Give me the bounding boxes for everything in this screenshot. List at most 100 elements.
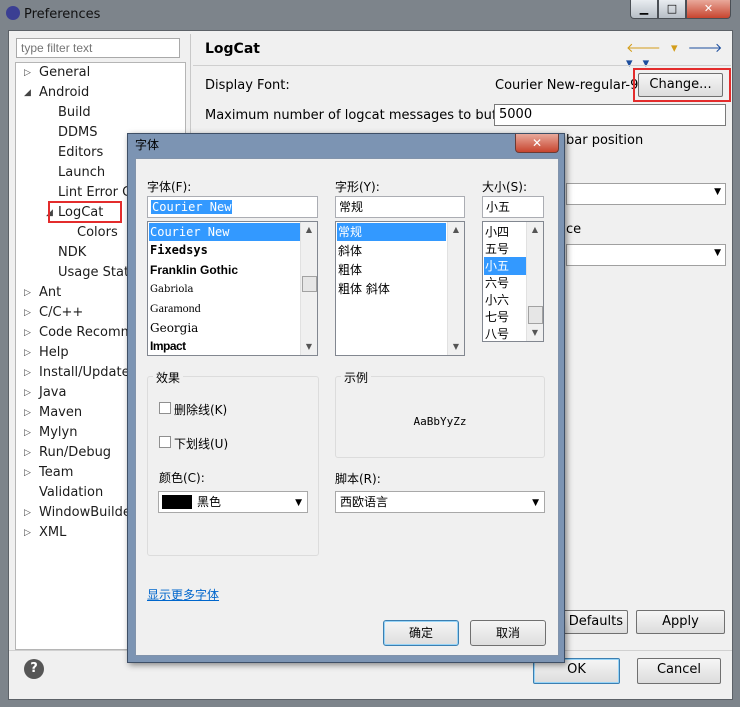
apply-button[interactable]: Apply (636, 610, 725, 634)
font-option[interactable]: Franklin Gothic (149, 261, 238, 279)
expand-icon[interactable]: ▷ (24, 428, 31, 438)
expand-icon[interactable]: ▷ (24, 508, 31, 518)
tree-item-usage-stats[interactable]: Usage Stats (58, 263, 136, 283)
tree-item-ndk[interactable]: NDK (58, 243, 86, 263)
close-button[interactable]: ✕ (686, 0, 731, 19)
minimize-button[interactable]: ▁ (630, 0, 658, 19)
font-size-label: 大小(S): (482, 180, 528, 194)
font-dialog-ok-button[interactable]: 确定 (383, 620, 459, 646)
font-option[interactable]: Impact (149, 337, 186, 355)
size-list-scrollbar[interactable]: ▲ ▼ (526, 222, 543, 341)
show-more-fonts-link[interactable]: 显示更多字体 (147, 586, 219, 603)
font-name-label: 字体(F): (147, 180, 192, 194)
color-select[interactable]: 黑色 ▼ (158, 491, 308, 513)
scroll-up-icon[interactable]: ▲ (301, 222, 317, 238)
style-list-scrollbar[interactable]: ▲ ▼ (447, 222, 464, 355)
tree-item-editors[interactable]: Editors (58, 143, 103, 163)
tree-item-ddms[interactable]: DDMS (58, 123, 98, 143)
expand-icon[interactable]: ▷ (24, 68, 31, 78)
font-option[interactable]: Garamond (149, 299, 201, 317)
partial-combo-1[interactable]: ▼ (566, 183, 726, 205)
expand-icon[interactable]: ▷ (24, 328, 31, 338)
help-icon[interactable]: ? (24, 659, 44, 679)
font-dialog-cancel-button[interactable]: 取消 (470, 620, 546, 646)
scroll-down-icon[interactable]: ▼ (527, 325, 543, 341)
tree-item-cpp[interactable]: C/C++ (39, 303, 83, 323)
style-option[interactable]: 粗体 (337, 261, 362, 279)
tree-item-xml[interactable]: XML (39, 523, 66, 543)
size-option[interactable]: 小六 (484, 291, 509, 309)
font-option[interactable]: Fixedsys (149, 241, 208, 259)
font-name-input[interactable]: Courier New (147, 196, 318, 218)
font-dialog-close-button[interactable]: ✕ (515, 134, 559, 153)
style-option[interactable]: 斜体 (337, 242, 362, 260)
tree-item-android[interactable]: Android (39, 83, 89, 103)
tree-item-launch[interactable]: Launch (58, 163, 105, 183)
size-option[interactable]: 小四 (484, 223, 509, 241)
tree-item-mylyn[interactable]: Mylyn (39, 423, 77, 443)
tree-item-validation[interactable]: Validation (39, 483, 103, 503)
expand-icon[interactable]: ▷ (24, 468, 31, 478)
script-select[interactable]: 西欧语言 ▼ (335, 491, 545, 513)
font-option[interactable]: Gabriola (149, 281, 194, 299)
style-option[interactable]: 粗体 斜体 (337, 280, 390, 298)
partial-combo-2[interactable]: ▼ (566, 244, 726, 266)
scroll-up-icon[interactable]: ▲ (527, 222, 543, 238)
maximize-button[interactable]: □ (658, 0, 686, 19)
font-style-list[interactable]: 常规 斜体 粗体 粗体 斜体 ▲ ▼ (335, 221, 465, 356)
tree-item-ant[interactable]: Ant (39, 283, 61, 303)
scroll-thumb[interactable] (528, 306, 543, 324)
window-title: Preferences (24, 7, 101, 22)
size-option[interactable]: 八号 (484, 325, 509, 341)
effects-group-label: 效果 (153, 369, 184, 386)
expand-icon[interactable]: ▷ (24, 408, 31, 418)
scroll-down-icon[interactable]: ▼ (448, 339, 464, 355)
chevron-down-icon: ▼ (714, 187, 721, 197)
window-titlebar: Preferences (6, 4, 100, 26)
scroll-thumb[interactable] (302, 276, 317, 292)
size-option[interactable]: 五号 (484, 240, 509, 258)
size-option[interactable]: 七号 (484, 308, 509, 326)
expand-icon[interactable]: ▷ (24, 308, 31, 318)
scroll-up-icon[interactable]: ▲ (448, 222, 464, 238)
expand-icon[interactable]: ▷ (24, 388, 31, 398)
max-messages-input[interactable]: 5000 (494, 104, 726, 126)
strikeout-checkbox[interactable] (159, 402, 171, 414)
font-option[interactable]: Courier New (149, 223, 300, 241)
font-option[interactable]: Georgia (149, 319, 198, 337)
font-style-input[interactable]: 常规 (335, 196, 465, 218)
font-list-scrollbar[interactable]: ▲ ▼ (300, 222, 317, 355)
tree-item-windowbuilder[interactable]: WindowBuilder (39, 503, 136, 523)
expand-icon[interactable]: ▷ (24, 348, 31, 358)
tree-item-run-debug[interactable]: Run/Debug (39, 443, 111, 463)
back-arrow-icon[interactable]: 🡐 ▾ (626, 41, 681, 56)
tree-item-maven[interactable]: Maven (39, 403, 82, 423)
filter-input[interactable] (16, 38, 180, 58)
script-label: 脚本(R): (335, 472, 381, 486)
scroll-down-icon[interactable]: ▼ (301, 339, 317, 355)
tree-item-general[interactable]: General (39, 63, 90, 83)
cancel-button[interactable]: Cancel (637, 658, 721, 684)
underline-checkbox[interactable] (159, 436, 171, 448)
tree-item-team[interactable]: Team (39, 463, 73, 483)
font-size-list[interactable]: 小四 五号 小五 六号 小六 七号 八号 ▲ ▼ (482, 221, 544, 342)
collapse-icon[interactable]: ◢ (24, 88, 31, 98)
tree-item-colors[interactable]: Colors (77, 223, 118, 243)
tree-item-build[interactable]: Build (58, 103, 91, 123)
style-option[interactable]: 常规 (337, 223, 446, 241)
tree-item-install-update[interactable]: Install/Update (39, 363, 130, 383)
font-name-list[interactable]: Courier New Fixedsys Franklin Gothic Gab… (147, 221, 318, 356)
effects-group (147, 376, 319, 556)
size-option[interactable]: 六号 (484, 274, 509, 292)
expand-icon[interactable]: ▷ (24, 288, 31, 298)
change-font-button[interactable]: Change... (638, 73, 723, 97)
expand-icon[interactable]: ▷ (24, 528, 31, 538)
tree-item-help[interactable]: Help (39, 343, 69, 363)
expand-icon[interactable]: ▷ (24, 368, 31, 378)
expand-icon[interactable]: ▷ (24, 448, 31, 458)
tree-item-java[interactable]: Java (39, 383, 66, 403)
font-size-input[interactable]: 小五 (482, 196, 544, 218)
size-option[interactable]: 小五 (484, 257, 526, 275)
history-nav[interactable]: 🡐 ▾ 🡒 ▾ ▾ (626, 40, 740, 71)
tree-item-code-recommenders[interactable]: Code Recomme (39, 323, 141, 343)
